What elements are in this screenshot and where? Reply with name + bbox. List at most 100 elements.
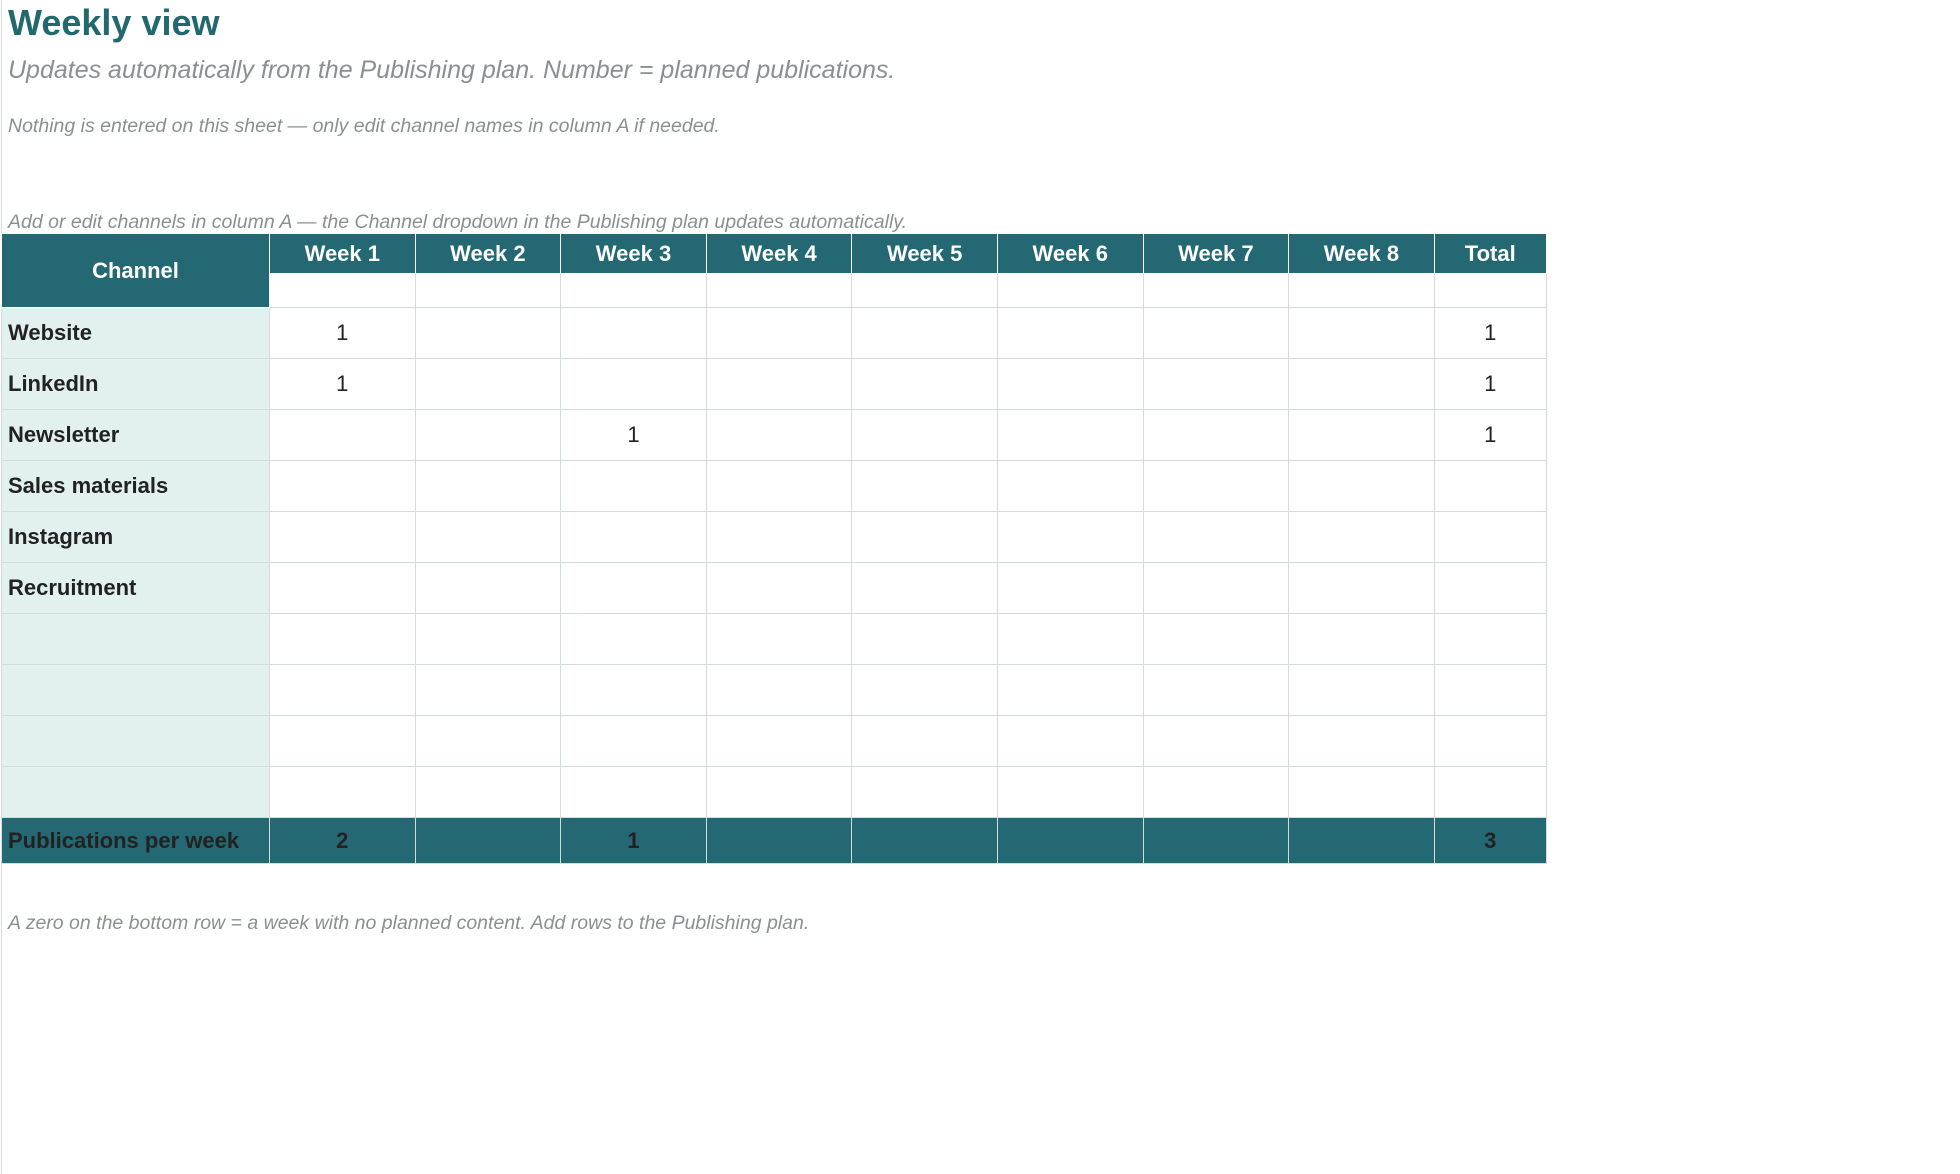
- week-count-cell[interactable]: [414, 766, 562, 818]
- weekly-sum-cell[interactable]: [1288, 817, 1435, 864]
- row-total-cell[interactable]: [1433, 766, 1547, 818]
- header-spacer-cell[interactable]: [1433, 273, 1547, 308]
- week-count-cell[interactable]: [996, 613, 1144, 665]
- week-count-cell[interactable]: 1: [269, 358, 416, 410]
- header-spacer-cell[interactable]: [560, 273, 707, 308]
- week-count-cell[interactable]: 1: [560, 409, 707, 461]
- week-count-cell[interactable]: [996, 511, 1144, 563]
- week-count-cell[interactable]: [1288, 511, 1435, 563]
- week-count-cell[interactable]: [1288, 358, 1435, 410]
- week-count-cell[interactable]: [414, 664, 562, 716]
- week-count-cell[interactable]: [1142, 715, 1290, 767]
- weekly-sum-cell[interactable]: [1142, 817, 1290, 864]
- week-count-cell[interactable]: [1288, 307, 1435, 359]
- week-count-cell[interactable]: [560, 766, 707, 818]
- week-count-cell[interactable]: [269, 562, 416, 614]
- week-count-cell[interactable]: [560, 460, 707, 512]
- week-count-cell[interactable]: [1288, 460, 1435, 512]
- week-header[interactable]: Week 7: [1142, 233, 1290, 274]
- week-count-cell[interactable]: [996, 358, 1144, 410]
- week-count-cell[interactable]: [705, 409, 853, 461]
- week-count-cell[interactable]: [414, 511, 562, 563]
- week-header[interactable]: Week 5: [851, 233, 998, 274]
- week-count-cell[interactable]: [996, 715, 1144, 767]
- week-count-cell[interactable]: [1142, 766, 1290, 818]
- weekly-sum-cell[interactable]: [996, 817, 1144, 864]
- week-count-cell[interactable]: [269, 613, 416, 665]
- week-count-cell[interactable]: 1: [269, 307, 416, 359]
- row-total-cell[interactable]: 1: [1433, 358, 1547, 410]
- weekly-sum-cell[interactable]: 2: [269, 817, 416, 864]
- week-count-cell[interactable]: [560, 613, 707, 665]
- week-count-cell[interactable]: [269, 511, 416, 563]
- week-count-cell[interactable]: [851, 409, 998, 461]
- week-count-cell[interactable]: [414, 307, 562, 359]
- week-count-cell[interactable]: [1142, 511, 1290, 563]
- week-header[interactable]: Week 3: [560, 233, 707, 274]
- weekly-sum-cell[interactable]: [414, 817, 562, 864]
- week-count-cell[interactable]: [851, 613, 998, 665]
- week-count-cell[interactable]: [269, 766, 416, 818]
- week-count-cell[interactable]: [1142, 409, 1290, 461]
- week-count-cell[interactable]: [269, 409, 416, 461]
- row-total-cell[interactable]: [1433, 511, 1547, 563]
- week-count-cell[interactable]: [851, 511, 998, 563]
- week-count-cell[interactable]: [414, 460, 562, 512]
- week-header[interactable]: Week 8: [1288, 233, 1435, 274]
- channel-name-cell[interactable]: [1, 664, 270, 716]
- week-header[interactable]: Week 4: [705, 233, 853, 274]
- week-count-cell[interactable]: [1288, 562, 1435, 614]
- week-count-cell[interactable]: [269, 460, 416, 512]
- week-count-cell[interactable]: [414, 715, 562, 767]
- week-count-cell[interactable]: [705, 562, 853, 614]
- grand-total-cell[interactable]: 3: [1433, 817, 1547, 864]
- header-spacer-cell[interactable]: [1288, 273, 1435, 308]
- row-total-cell[interactable]: 1: [1433, 409, 1547, 461]
- channel-name-cell[interactable]: Website: [1, 307, 270, 359]
- week-count-cell[interactable]: [705, 358, 853, 410]
- row-total-cell[interactable]: [1433, 613, 1547, 665]
- week-count-cell[interactable]: [414, 358, 562, 410]
- week-count-cell[interactable]: [1142, 460, 1290, 512]
- week-count-cell[interactable]: [705, 307, 853, 359]
- channel-name-cell[interactable]: [1, 613, 270, 665]
- week-count-cell[interactable]: [414, 613, 562, 665]
- channel-name-cell[interactable]: [1, 766, 270, 818]
- header-spacer-cell[interactable]: [269, 273, 416, 308]
- week-count-cell[interactable]: [851, 460, 998, 512]
- week-count-cell[interactable]: [1288, 664, 1435, 716]
- week-count-cell[interactable]: [996, 460, 1144, 512]
- total-header[interactable]: Total: [1433, 233, 1547, 274]
- week-count-cell[interactable]: [705, 715, 853, 767]
- week-count-cell[interactable]: [996, 307, 1144, 359]
- week-count-cell[interactable]: [560, 664, 707, 716]
- channel-name-cell[interactable]: Recruitment: [1, 562, 270, 614]
- row-total-cell[interactable]: [1433, 460, 1547, 512]
- week-count-cell[interactable]: [996, 409, 1144, 461]
- week-count-cell[interactable]: [1142, 664, 1290, 716]
- week-count-cell[interactable]: [705, 766, 853, 818]
- header-spacer-cell[interactable]: [1142, 273, 1290, 308]
- week-count-cell[interactable]: [705, 460, 853, 512]
- row-total-cell[interactable]: [1433, 562, 1547, 614]
- week-count-cell[interactable]: [414, 409, 562, 461]
- week-count-cell[interactable]: [705, 664, 853, 716]
- header-spacer-cell[interactable]: [414, 273, 562, 308]
- row-total-cell[interactable]: [1433, 715, 1547, 767]
- week-count-cell[interactable]: [560, 562, 707, 614]
- row-total-cell[interactable]: 1: [1433, 307, 1547, 359]
- week-count-cell[interactable]: [851, 307, 998, 359]
- week-count-cell[interactable]: [851, 715, 998, 767]
- weekly-sum-cell[interactable]: [705, 817, 853, 864]
- header-spacer-cell[interactable]: [851, 273, 998, 308]
- row-total-cell[interactable]: [1433, 664, 1547, 716]
- week-count-cell[interactable]: [996, 664, 1144, 716]
- week-count-cell[interactable]: [269, 664, 416, 716]
- week-count-cell[interactable]: [705, 613, 853, 665]
- week-header[interactable]: Week 6: [996, 233, 1144, 274]
- weekly-sum-cell[interactable]: 1: [560, 817, 707, 864]
- channel-name-cell[interactable]: Sales materials: [1, 460, 270, 512]
- week-count-cell[interactable]: [560, 715, 707, 767]
- header-spacer-cell[interactable]: [705, 273, 853, 308]
- channel-name-cell[interactable]: LinkedIn: [1, 358, 270, 410]
